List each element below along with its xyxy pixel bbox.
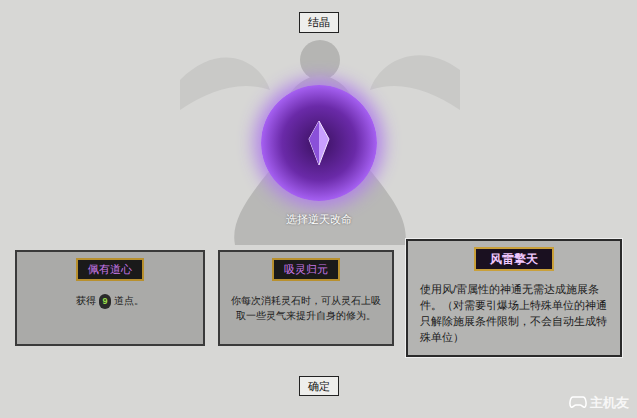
- watermark: 主机友: [569, 393, 629, 413]
- prompt-text: 选择逆天改命: [286, 211, 352, 228]
- choice-title: 吸灵归元: [272, 258, 340, 281]
- choice-title: 佩有道心: [76, 258, 144, 281]
- choice-row: 佩有道心获得9道点。吸灵归元你每次消耗灵石时，可从灵石上吸取一些灵气来提升自身的…: [0, 239, 637, 357]
- choice-card[interactable]: 佩有道心获得9道点。: [15, 250, 205, 346]
- crystal-button[interactable]: 结晶: [299, 12, 339, 33]
- crystal-icon: [307, 121, 331, 165]
- screen: 结晶选择逆天改命佩有道心获得9道点。吸灵归元你每次消耗灵石时，可从灵石上吸取一些…: [0, 0, 637, 418]
- point-value: 9: [99, 294, 110, 309]
- confirm-button[interactable]: 确定: [299, 376, 339, 397]
- choice-card[interactable]: 吸灵归元你每次消耗灵石时，可从灵石上吸取一些灵气来提升自身的修为。: [218, 250, 394, 346]
- choice-description: 你每次消耗灵石时，可从灵石上吸取一些灵气来提升自身的修为。: [230, 293, 382, 323]
- choice-title: 风雷擎天: [474, 247, 554, 271]
- gamepad-icon: [569, 395, 587, 409]
- spirit-orb: [261, 85, 377, 201]
- choice-description: 使用风/雷属性的神通无需达成施展条件。（对需要引爆场上特殊单位的神通只解除施展条…: [420, 281, 608, 345]
- choice-card[interactable]: 风雷擎天使用风/雷属性的神通无需达成施展条件。（对需要引爆场上特殊单位的神通只解…: [406, 239, 622, 357]
- choice-description: 获得9道点。: [27, 293, 193, 309]
